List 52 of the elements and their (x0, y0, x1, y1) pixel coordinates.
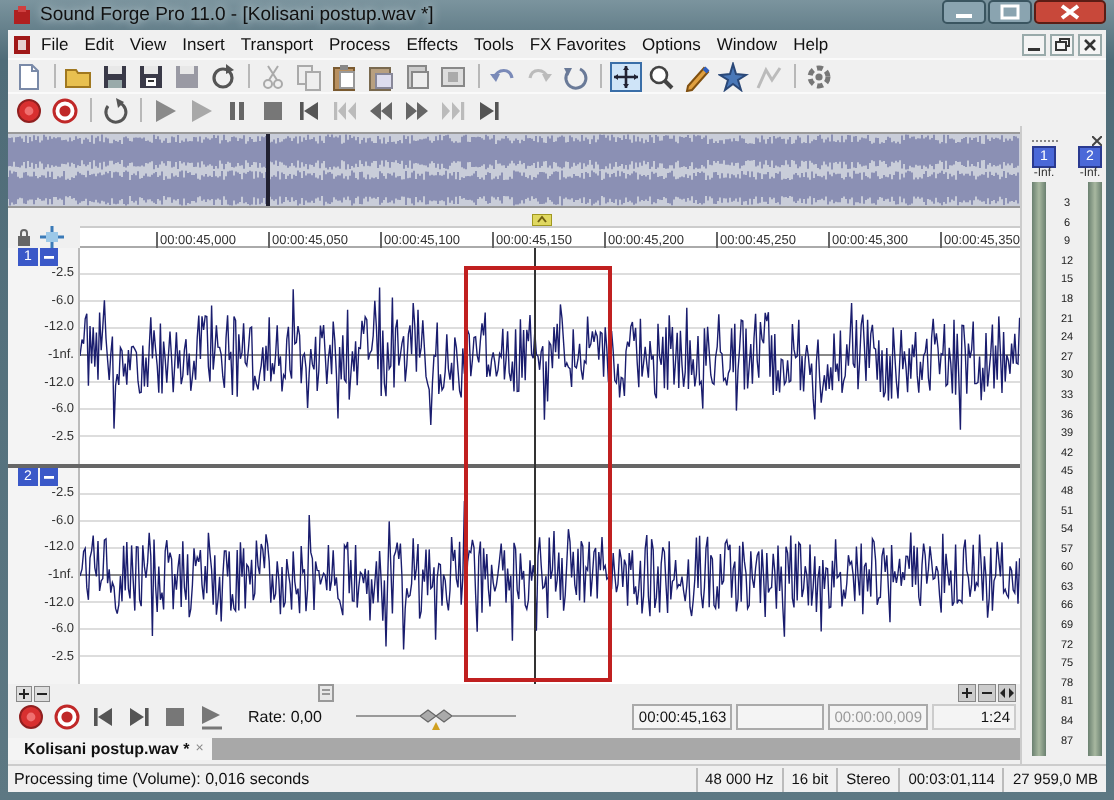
slider-thumb[interactable] (419, 705, 452, 730)
snap-icon[interactable] (40, 226, 64, 248)
menu-item[interactable]: Options (635, 34, 708, 54)
record-icon[interactable] (14, 95, 46, 125)
grip-icon (1032, 137, 1060, 143)
menu-item[interactable]: Edit (77, 34, 121, 54)
menu-item[interactable]: View (122, 34, 174, 54)
clipboard-icon[interactable] (366, 61, 398, 91)
maximize-button[interactable] (988, 0, 1032, 24)
zoom-fit-button[interactable] (998, 684, 1016, 703)
clipboard-icon[interactable] (402, 61, 434, 91)
marker-flag-icon (532, 214, 552, 226)
restore-button[interactable] (1050, 33, 1074, 55)
minus-button[interactable] (40, 248, 58, 266)
menu-item[interactable]: File (34, 34, 76, 54)
scroll-thumb[interactable] (318, 684, 334, 703)
plug-in-icon[interactable] (804, 61, 836, 91)
close-icon[interactable] (1092, 135, 1102, 145)
rate-label: Rate: 0,00 (248, 708, 322, 727)
menu-item[interactable]: Transport (233, 34, 320, 54)
plus-button[interactable] (16, 685, 32, 702)
lock-icon (16, 227, 32, 247)
record-ring-icon[interactable] (52, 702, 82, 733)
menu-item[interactable]: FX Favorites (522, 34, 634, 54)
menu-item[interactable]: Tools (467, 34, 521, 54)
play-icon[interactable] (196, 702, 226, 733)
minimize-button[interactable] (1022, 33, 1046, 55)
star-icon[interactable] (718, 61, 750, 91)
menu-item[interactable]: Help (786, 34, 836, 54)
window-title: Sound Forge Pro 11.0 - [Kolisani postup.wav *] (40, 4, 436, 26)
close-button[interactable] (1078, 33, 1102, 55)
menu-item[interactable]: Window (709, 34, 785, 54)
minimize-button[interactable] (942, 0, 986, 24)
status-message: Processing time (Volume): 0,016 seconds (12, 770, 312, 788)
magnifier-icon[interactable] (646, 61, 678, 91)
document-icon (12, 33, 32, 55)
minus-button[interactable] (34, 685, 50, 702)
menu-item[interactable]: Process (321, 34, 398, 54)
record-icon[interactable] (16, 702, 46, 733)
menu-item[interactable]: Effects (399, 34, 466, 54)
crosshair-icon[interactable] (610, 61, 642, 91)
selection-start-field (736, 704, 825, 731)
record-ring-icon[interactable] (50, 95, 82, 125)
minus-button[interactable] (40, 468, 58, 486)
loop-arrow-icon[interactable] (100, 95, 132, 125)
crop-icon[interactable] (438, 61, 470, 91)
pencil-icon[interactable] (682, 61, 714, 91)
plus-button[interactable] (958, 684, 976, 703)
app-icon (12, 5, 32, 25)
menu-item[interactable]: Insert (175, 34, 232, 54)
close-button[interactable] (1034, 0, 1106, 24)
minus-button[interactable] (978, 684, 996, 703)
